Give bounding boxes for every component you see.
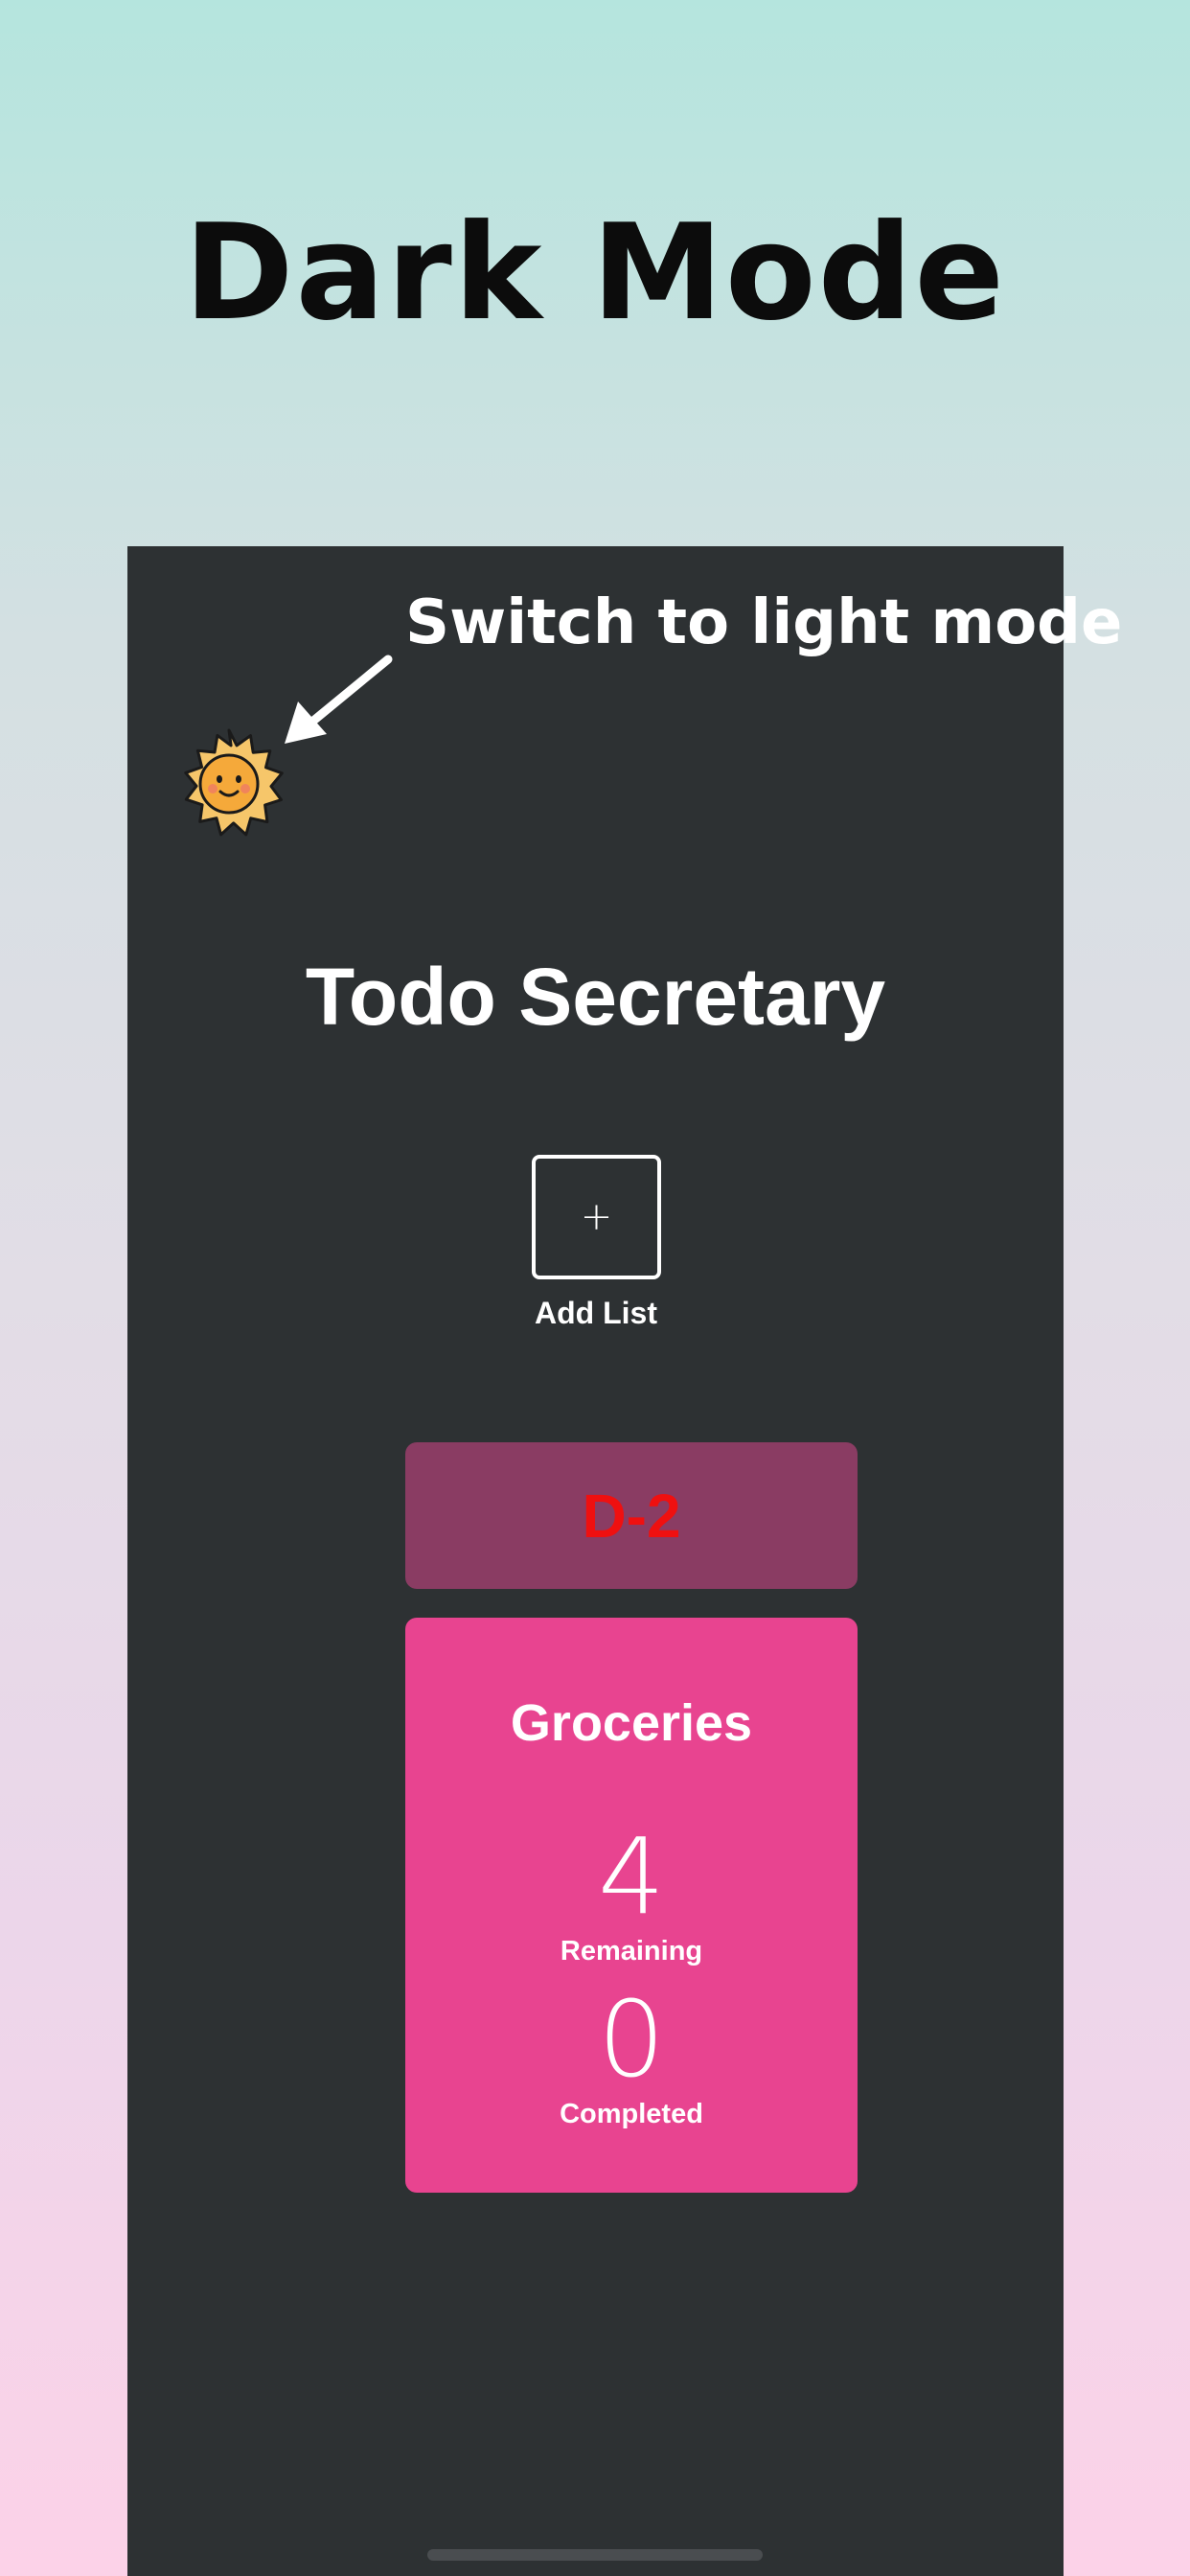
list-card[interactable]: Groceries 4 Remaining 0 Completed [405, 1618, 858, 2193]
completed-count: 0 [598, 1978, 665, 2101]
dday-badge[interactable]: D-2 [405, 1442, 858, 1589]
home-indicator [427, 2549, 763, 2561]
app-title: Todo Secretary [305, 952, 886, 1042]
theme-toggle-button[interactable] [173, 728, 285, 840]
remaining-label: Remaining [560, 1936, 703, 1966]
plus-icon: + [580, 1195, 613, 1239]
dday-text: D-2 [582, 1481, 681, 1551]
app-screen: Switch to light mode Todo Secretary + Ad… [127, 546, 1122, 2576]
remaining-count: 4 [598, 1815, 665, 1938]
add-list-button[interactable]: + [532, 1155, 661, 1279]
arrow-icon [285, 655, 393, 744]
list-card-title: Groceries [510, 1694, 753, 1752]
add-list-label: Add List [535, 1296, 657, 1330]
completed-label: Completed [560, 2099, 703, 2129]
promo-headline: Dark Mode [183, 196, 1007, 350]
sun-icon [184, 728, 284, 837]
annotation-text: Switch to light mode [405, 587, 1123, 658]
